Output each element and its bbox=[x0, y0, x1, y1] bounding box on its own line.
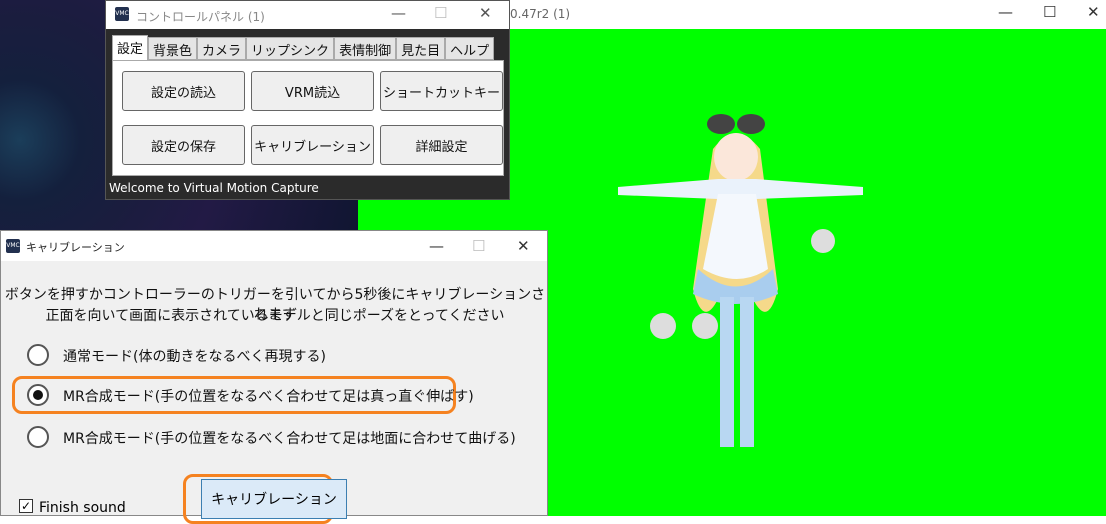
calibration-titlebar: VMC キャリブレーション — ☐ ✕ bbox=[1, 231, 547, 261]
advanced-settings-button[interactable]: 詳細設定 bbox=[380, 125, 503, 165]
radio-mr-bend-mode[interactable] bbox=[27, 426, 49, 448]
cp-maximize-button[interactable]: ☐ bbox=[434, 4, 447, 22]
radio-normal-mode-label[interactable]: 通常モード(体の動きをなるべく再現する) bbox=[63, 346, 326, 366]
tab-settings[interactable]: 設定 bbox=[112, 35, 149, 61]
cal-maximize-button[interactable]: ☐ bbox=[472, 237, 485, 255]
shortcut-keys-button[interactable]: ショートカットキー bbox=[380, 71, 503, 111]
control-panel-titlebar: VMC コントロールパネル (1) — ☐ ✕ bbox=[106, 1, 509, 29]
start-calibration-button[interactable]: キャリブレーション bbox=[201, 479, 347, 519]
save-settings-button[interactable]: 設定の保存 bbox=[122, 125, 245, 165]
tab-lipsync[interactable]: リップシンク bbox=[246, 37, 335, 60]
tab-help[interactable]: ヘルプ bbox=[445, 37, 495, 60]
radio-mr-bend-mode-label[interactable]: MR合成モード(手の位置をなるべく合わせて足は地面に合わせて曲げる) bbox=[63, 428, 516, 448]
close-button[interactable]: ✕ bbox=[1087, 3, 1100, 21]
control-panel-title: コントロールパネル (1) bbox=[136, 10, 265, 24]
minimize-button[interactable]: — bbox=[998, 3, 1013, 21]
app-icon: VMC bbox=[6, 239, 20, 253]
calibration-title: キャリブレーション bbox=[26, 241, 125, 254]
cal-minimize-button[interactable]: — bbox=[429, 237, 444, 255]
cal-close-button[interactable]: ✕ bbox=[517, 237, 530, 255]
tab-expression[interactable]: 表情制御 bbox=[334, 37, 397, 60]
instruction-line-2: 正面を向いて画面に表示されているモデルと同じポーズをとってください bbox=[45, 308, 505, 324]
radio-mr-straight-mode-label[interactable]: MR合成モード(手の位置をなるべく合わせて足は真っ直ぐ伸ばす) bbox=[63, 386, 474, 406]
main-window-title: 0.47r2 (1) bbox=[510, 7, 571, 21]
tab-appearance[interactable]: 見た目 bbox=[396, 37, 446, 60]
load-vrm-button[interactable]: VRM読込 bbox=[251, 71, 374, 111]
radio-mr-straight-mode[interactable] bbox=[27, 384, 49, 406]
calibration-button[interactable]: キャリブレーション bbox=[251, 125, 374, 165]
radio-normal-mode[interactable] bbox=[27, 344, 49, 366]
cp-close-button[interactable]: ✕ bbox=[479, 4, 492, 22]
status-text: Welcome to Virtual Motion Capture bbox=[109, 181, 319, 195]
maximize-button[interactable]: ☐ bbox=[1043, 3, 1056, 21]
tab-camera[interactable]: カメラ bbox=[197, 37, 247, 60]
control-panel-window: VMC コントロールパネル (1) — ☐ ✕ 設定 背景色 カメラ リップシン… bbox=[105, 0, 510, 200]
load-settings-button[interactable]: 設定の読込 bbox=[122, 71, 245, 111]
finish-sound-label[interactable]: Finish sound bbox=[39, 500, 126, 516]
cp-minimize-button[interactable]: — bbox=[391, 4, 406, 22]
calibration-dialog: VMC キャリブレーション — ☐ ✕ ボタンを押すかコントローラーのトリガーを… bbox=[0, 230, 548, 524]
app-icon: VMC bbox=[115, 7, 129, 21]
settings-panel: 設定の読込 VRM読込 ショートカットキー 設定の保存 キャリブレーション 詳細… bbox=[112, 60, 504, 176]
tab-background-color[interactable]: 背景色 bbox=[148, 37, 198, 60]
tab-bar: 設定 背景色 カメラ リップシンク 表情制御 見た目 ヘルプ bbox=[112, 35, 495, 61]
finish-sound-checkbox[interactable]: ✓ bbox=[19, 499, 33, 513]
